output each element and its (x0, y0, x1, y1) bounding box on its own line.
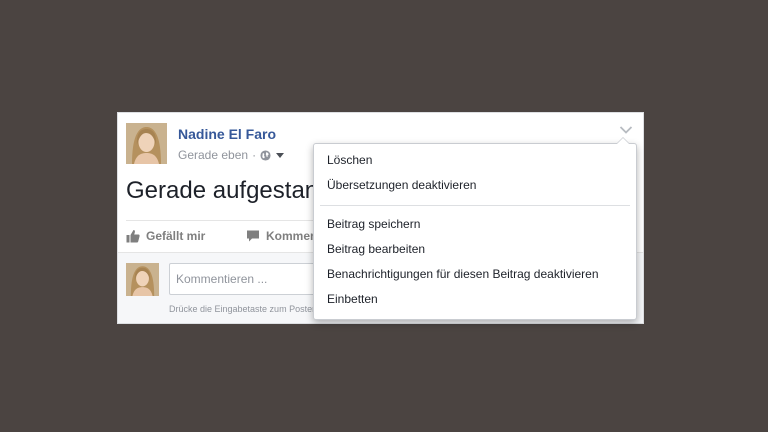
menu-item-disable-translations[interactable]: Übersetzungen deaktivieren (314, 173, 636, 198)
menu-item-delete[interactable]: Löschen (314, 148, 636, 173)
post-timestamp[interactable]: Gerade eben (178, 148, 248, 162)
menu-separator (320, 205, 630, 206)
menu-item-embed[interactable]: Einbetten (314, 287, 636, 312)
menu-item-save-post[interactable]: Beitrag speichern (314, 212, 636, 237)
comment-input[interactable] (169, 263, 329, 295)
author-name[interactable]: Nadine El Faro (178, 126, 276, 142)
menu-item-disable-notifications[interactable]: Benachrichtigungen für diesen Beitrag de… (314, 262, 636, 287)
like-button[interactable]: Gefällt mir (126, 229, 205, 243)
menu-item-edit-post[interactable]: Beitrag bearbeiten (314, 237, 636, 262)
globe-icon (260, 149, 271, 161)
post-meta: Gerade eben · (178, 147, 285, 163)
author-avatar[interactable] (126, 123, 167, 164)
meta-separator: · (252, 148, 257, 162)
chevron-down-icon[interactable] (619, 125, 633, 135)
comment-hint: Drücke die Eingabetaste zum Posten. (169, 304, 320, 314)
like-label: Gefällt mir (146, 229, 206, 243)
comment-icon (247, 230, 259, 242)
thumbs-up-icon (126, 230, 140, 243)
post-options-menu: Löschen Übersetzungen deaktivieren Beitr… (313, 137, 637, 320)
commenter-avatar (126, 263, 159, 296)
chevron-down-icon[interactable] (276, 152, 285, 158)
